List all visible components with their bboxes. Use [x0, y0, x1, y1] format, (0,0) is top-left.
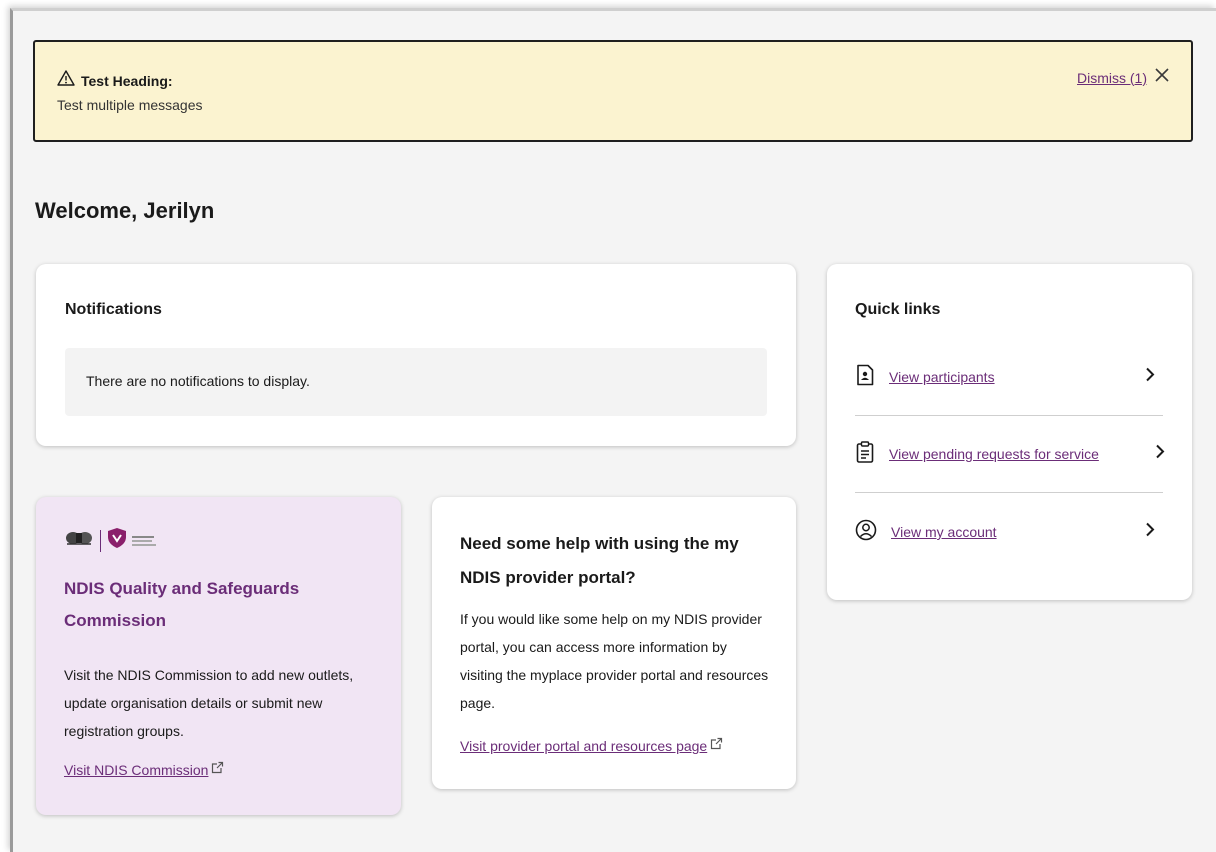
alert-message: Test multiple messages — [57, 97, 203, 113]
ndis-commission-card: NDIS Quality and Safeguards Commission V… — [36, 497, 401, 815]
user-circle-icon — [855, 519, 877, 546]
visit-provider-portal-link[interactable]: Visit provider portal and resources page — [460, 737, 723, 755]
help-card: Need some help with using the my NDIS pr… — [432, 497, 796, 789]
warning-icon — [57, 70, 75, 91]
quick-links-card: Quick links View participants View pendi… — [827, 264, 1192, 600]
commission-shield-icon — [107, 527, 127, 554]
ndis-card-body: Visit the NDIS Commission to add new out… — [64, 667, 354, 739]
help-card-title: Need some help with using the my NDIS pr… — [460, 534, 739, 587]
participant-file-icon — [855, 364, 875, 391]
chevron-right-icon[interactable] — [1155, 444, 1165, 465]
clipboard-icon — [855, 440, 875, 468]
quick-link-label[interactable]: View my account — [891, 524, 997, 540]
dismiss-button[interactable]: Dismiss (1) — [1077, 68, 1169, 87]
quick-link-label[interactable]: View participants — [889, 369, 995, 385]
quick-link-view-participants[interactable]: View participants — [855, 338, 1163, 416]
external-link-icon — [710, 737, 723, 755]
alert-banner: Test Heading: Test multiple messages Dis… — [33, 40, 1193, 142]
alert-heading: Test Heading: — [81, 72, 173, 89]
quick-link-view-account[interactable]: View my account — [855, 493, 1163, 571]
logo-wordmark — [132, 535, 156, 547]
notifications-card: Notifications There are no notifications… — [36, 264, 796, 446]
close-icon[interactable] — [1155, 68, 1169, 87]
chevron-right-icon[interactable] — [1145, 522, 1155, 543]
page-title: Welcome, Jerilyn — [35, 198, 215, 223]
external-link-icon — [211, 761, 224, 779]
notifications-empty-state: There are no notifications to display. — [65, 348, 767, 416]
visit-ndis-commission-link[interactable]: Visit NDIS Commission — [64, 761, 224, 779]
logo-divider — [100, 529, 101, 552]
ndis-link-label[interactable]: Visit NDIS Commission — [64, 762, 208, 778]
coat-of-arms-logo-icon — [64, 529, 94, 552]
help-card-body: If you would like some help on my NDIS p… — [460, 611, 769, 711]
dismiss-link[interactable]: Dismiss (1) — [1077, 70, 1147, 86]
quick-link-pending-requests[interactable]: View pending requests for service — [855, 415, 1165, 493]
notifications-title: Notifications — [65, 301, 162, 318]
chevron-right-icon[interactable] — [1145, 367, 1155, 388]
ndis-logo — [64, 527, 156, 554]
ndis-card-title: NDIS Quality and Safeguards Commission — [64, 579, 300, 630]
notifications-empty-text: There are no notifications to display. — [86, 373, 310, 389]
quick-link-label[interactable]: View pending requests for service — [889, 446, 1099, 462]
alert-heading-row: Test Heading: — [57, 70, 173, 91]
quick-links-title: Quick links — [855, 301, 941, 318]
help-link-label[interactable]: Visit provider portal and resources page — [460, 738, 707, 754]
